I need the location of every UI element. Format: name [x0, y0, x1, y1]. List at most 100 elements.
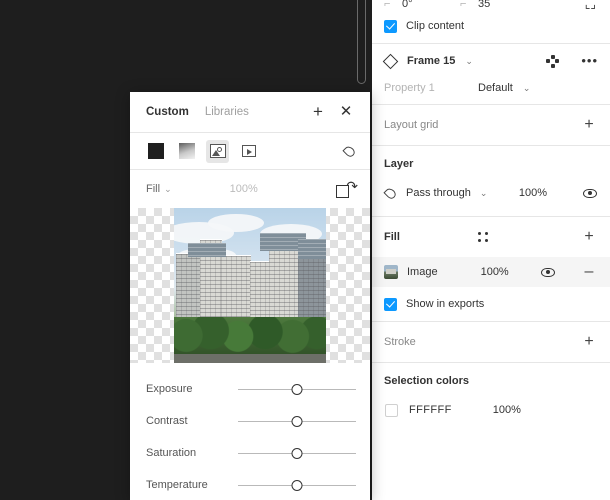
image-fill-icon [209, 144, 226, 158]
stroke-section: Stroke + [372, 322, 610, 362]
adjustment-row: Temperature [130, 469, 370, 500]
selection-colors-header: Selection colors [372, 367, 610, 395]
property-name: Property 1 [384, 82, 435, 94]
show-in-exports-label: Show in exports [406, 298, 485, 310]
color-swatch[interactable] [385, 403, 398, 417]
corner-radius-icon: ⌐ [460, 0, 467, 9]
selection-colors-title: Selection colors [384, 375, 469, 387]
adjustment-row: Saturation [130, 437, 370, 469]
road [174, 354, 326, 363]
stroke-title: Stroke [384, 336, 416, 348]
rotation-value: 0° [402, 0, 413, 9]
add-stroke-button[interactable]: + [581, 334, 597, 350]
component-row[interactable]: Frame 15 ⌄ ••• [372, 44, 610, 78]
layer-title: Layer [384, 158, 414, 170]
fill-type-selector [130, 133, 370, 169]
temperature-slider[interactable] [238, 479, 356, 491]
show-in-exports-row[interactable]: Show in exports [372, 287, 610, 321]
component-diamond-icon [382, 53, 399, 69]
chevron-down-icon[interactable]: ⌄ [465, 56, 473, 67]
inspector-panel: ⌐ 0° ⌐ 35 ⌞⌟ Clip content Frame 15 ⌄ ••• [372, 0, 610, 500]
gradient-fill-button[interactable] [175, 140, 198, 163]
blend-mode-icon[interactable] [342, 143, 357, 159]
solid-fill-icon [147, 143, 164, 159]
image-preview-area [130, 208, 370, 363]
eye-icon[interactable] [541, 267, 555, 277]
saturation-slider[interactable] [238, 447, 356, 459]
image-adjustments: Exposure Contrast Saturation Temperature [130, 363, 370, 500]
color-opacity-value[interactable]: 100% [493, 404, 521, 416]
layout-grid-section: Layout grid + [372, 105, 610, 145]
image-fill-button[interactable] [206, 139, 229, 163]
slider-knob[interactable] [291, 480, 303, 491]
fill-image-thumbnail[interactable] [384, 265, 398, 279]
exposure-slider[interactable] [238, 383, 356, 395]
canvas-vertical-scrollbar[interactable] [357, 0, 366, 84]
clip-content-checkbox[interactable] [384, 19, 397, 33]
scale-mode-row: Fill ⌄ 100% ↷ [130, 170, 370, 208]
eye-icon[interactable] [583, 188, 597, 198]
fill-item-row[interactable]: Image 100% – [372, 257, 610, 287]
video-fill-icon [241, 145, 256, 157]
contrast-label: Contrast [146, 415, 188, 427]
remove-fill-button[interactable]: – [581, 264, 597, 280]
add-style-button[interactable]: + [308, 103, 328, 120]
exposure-label: Exposure [146, 383, 193, 395]
contrast-slider[interactable] [238, 415, 356, 427]
clip-content-row[interactable]: Clip content [372, 9, 610, 43]
rotation-icon: ⌐ [384, 0, 391, 9]
tab-custom[interactable]: Custom [146, 106, 189, 118]
picker-opacity-value[interactable]: 100% [230, 183, 258, 195]
city-skyline-image[interactable] [174, 208, 326, 363]
layer-section-header: Layer [372, 150, 610, 178]
corner-radius-field[interactable]: ⌐ 35 [460, 0, 536, 9]
picker-header: Custom Libraries + ✕ [130, 92, 370, 132]
fill-title: Fill [384, 231, 400, 243]
scale-mode-value[interactable]: Fill [146, 183, 160, 195]
chevron-down-icon[interactable]: ⌄ [164, 184, 172, 195]
component-name: Frame 15 [407, 55, 456, 67]
blend-mode-value[interactable]: Pass through [406, 187, 471, 199]
property-row[interactable]: Property 1 Default ⌄ [372, 78, 610, 104]
layout-grid-title: Layout grid [384, 119, 439, 131]
fill-item-name: Image [407, 266, 438, 278]
slider-knob[interactable] [291, 448, 303, 459]
divider [372, 362, 610, 363]
chevron-down-icon[interactable]: ⌄ [480, 188, 488, 199]
tab-libraries[interactable]: Libraries [205, 106, 249, 118]
saturation-label: Saturation [146, 447, 197, 459]
blend-mode-icon [383, 185, 398, 201]
add-layout-grid-button[interactable]: + [581, 117, 597, 133]
property-value[interactable]: Default [478, 82, 513, 94]
corner-radius-value: 35 [478, 0, 491, 9]
layer-opacity-value[interactable]: 100% [519, 187, 547, 199]
figma-window: ⌐ 0° ⌐ 35 ⌞⌟ Clip content Frame 15 ⌄ ••• [0, 0, 610, 500]
adjustment-row: Contrast [130, 405, 370, 437]
more-options-icon[interactable]: ••• [581, 54, 598, 67]
clip-content-label: Clip content [406, 20, 465, 32]
adjustment-row: Exposure [130, 373, 370, 405]
fill-section-header: Fill + [372, 217, 610, 257]
selection-color-row[interactable]: FFFFFF 100% [372, 395, 610, 425]
rotation-field[interactable]: ⌐ 0° [384, 0, 460, 9]
independent-corners-icon[interactable]: ⌞⌟ [585, 0, 596, 9]
variant-swap-icon[interactable] [546, 54, 560, 68]
chevron-down-icon[interactable]: ⌄ [523, 83, 531, 94]
fill-picker-popover: Custom Libraries + ✕ Fill ⌄ 100% ↷ Expos… [130, 92, 370, 500]
transform-row: ⌐ 0° ⌐ 35 ⌞⌟ [372, 0, 610, 9]
solid-fill-button[interactable] [144, 140, 167, 163]
show-in-exports-checkbox[interactable] [384, 297, 397, 311]
add-fill-button[interactable]: + [581, 229, 597, 245]
crop-rotate-icon[interactable]: ↷ [336, 179, 358, 198]
slider-knob[interactable] [291, 384, 303, 395]
temperature-label: Temperature [146, 479, 208, 491]
divider [372, 145, 610, 146]
slider-knob[interactable] [291, 416, 303, 427]
fill-styles-icon[interactable] [477, 231, 489, 243]
color-hex-value[interactable]: FFFFFF [409, 404, 452, 416]
layer-blend-row[interactable]: Pass through ⌄ 100% [372, 178, 610, 208]
close-icon[interactable]: ✕ [336, 104, 356, 120]
gradient-fill-icon [178, 143, 195, 159]
video-fill-button[interactable] [237, 140, 260, 163]
fill-item-opacity[interactable]: 100% [481, 266, 509, 278]
